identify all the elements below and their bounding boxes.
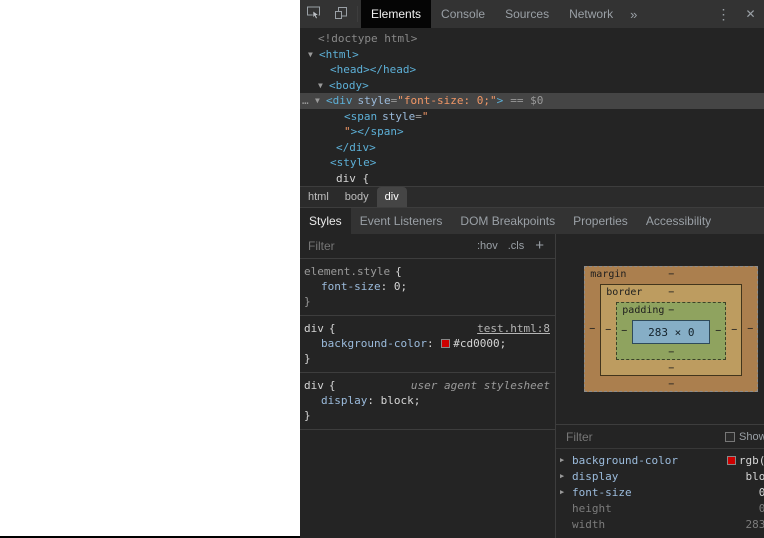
computed-filter-row: Show all — [556, 424, 764, 449]
breadcrumb-html[interactable]: html — [300, 187, 337, 207]
css-property-row[interactable]: background-color: #cd0000; — [304, 336, 550, 351]
toolbar-divider — [357, 6, 358, 22]
tree-line-css-text[interactable]: div { — [300, 171, 764, 187]
tab-elements[interactable]: Elements — [361, 0, 432, 28]
tree-line-span-close[interactable]: "></span> — [300, 124, 764, 140]
style-rule-div: div { test.html:8 background-color: #cd0… — [300, 316, 555, 373]
expand-arrow-icon[interactable]: ▼ — [308, 47, 319, 63]
breadcrumb-div[interactable]: div — [376, 187, 407, 207]
computed-property-row[interactable]: ▶ font-size 0px — [556, 484, 764, 500]
tab-event-listeners[interactable]: Event Listeners — [351, 208, 452, 234]
new-style-rule-button[interactable]: + — [529, 237, 551, 256]
computed-property-row[interactable]: height 0px — [556, 500, 764, 516]
close-icon[interactable]: ✕ — [737, 0, 764, 28]
styles-filter-row: :hov .cls + — [300, 234, 555, 259]
expand-arrow-icon[interactable]: ▼ — [318, 78, 329, 94]
inspect-cursor-icon — [306, 5, 321, 23]
tree-line-div-selected[interactable]: … ▼ <div style="font-size: 0;"> == $0 — [300, 93, 764, 109]
computed-property-row[interactable]: ▶ background-color rgb(2… — [556, 452, 764, 468]
more-tabs-button[interactable]: » — [623, 0, 644, 28]
toggle-element-classes-button[interactable]: .cls — [503, 238, 530, 254]
breadcrumb-body[interactable]: body — [337, 187, 377, 207]
rule-selector[interactable]: div — [304, 378, 324, 393]
tab-accessibility[interactable]: Accessibility — [637, 208, 720, 234]
box-model-margin[interactable]: margin − − − − border − − − − padding − — [584, 266, 759, 392]
node-options-dots[interactable]: … — [302, 93, 315, 109]
style-rule-element-style: element.style { font-size: 0; } — [300, 259, 555, 316]
computed-property-row[interactable]: ▶ display block — [556, 468, 764, 484]
show-all-checkbox[interactable]: Show all — [725, 431, 764, 443]
css-property-row[interactable]: display: block; — [304, 393, 550, 408]
expand-arrow-icon[interactable]: ▶ — [560, 472, 572, 480]
user-agent-stylesheet-label: user agent stylesheet — [410, 379, 550, 392]
rule-selector[interactable]: div — [304, 321, 324, 336]
margin-label: margin — [590, 269, 627, 280]
sidebar-tab-bar: Styles Event Listeners DOM Breakpoints P… — [300, 207, 764, 234]
styles-split: :hov .cls + element.style { font-size: 0… — [300, 234, 764, 538]
tree-line-div-close[interactable]: </div> — [300, 140, 764, 156]
tree-line-style-open[interactable]: <style> — [300, 155, 764, 171]
computed-property-row[interactable]: width 283px — [556, 516, 764, 532]
dom-tree: <!doctype html> ▼ <html> <head></head> ▼ <… — [300, 28, 764, 186]
tree-line-html[interactable]: ▼ <html> — [300, 47, 764, 63]
border-label: border — [606, 287, 643, 298]
styles-pane: :hov .cls + element.style { font-size: 0… — [300, 234, 556, 538]
tree-line-span-open[interactable]: <span style=" — [300, 109, 764, 125]
box-model-padding[interactable]: padding − − − − 283 × 0 — [616, 302, 727, 360]
checkbox-icon — [725, 431, 735, 442]
devtools-toolbar: Elements Console Sources Network » ⋮ ✕ — [300, 0, 764, 28]
rule-selector[interactable]: element.style — [304, 264, 390, 279]
expand-arrow-icon[interactable]: ▶ — [560, 456, 572, 464]
devtools-panel: Elements Console Sources Network » ⋮ ✕ <… — [300, 0, 764, 538]
browser-page-content — [0, 0, 300, 538]
tree-line-head[interactable]: <head></head> — [300, 62, 764, 78]
tab-console[interactable]: Console — [431, 0, 495, 28]
css-property-row[interactable]: font-size: 0; — [304, 279, 550, 294]
color-swatch[interactable] — [726, 455, 736, 465]
padding-label: padding — [622, 305, 665, 316]
tab-sources[interactable]: Sources — [495, 0, 559, 28]
computed-filter-input[interactable] — [562, 429, 725, 444]
device-toolbar-icon — [334, 6, 348, 23]
inspect-element-button[interactable] — [300, 0, 327, 28]
box-model-border[interactable]: border − − − − padding − − − − 283 × 0 — [600, 284, 743, 376]
expand-arrow-icon[interactable]: ▼ — [315, 93, 326, 109]
tab-dom-breakpoints[interactable]: DOM Breakpoints — [451, 208, 564, 234]
tab-properties[interactable]: Properties — [564, 208, 637, 234]
toggle-hover-state-button[interactable]: :hov — [472, 238, 503, 254]
tree-line-doctype[interactable]: <!doctype html> — [300, 31, 764, 47]
computed-sidebar: margin − − − − border − − − − padding − — [556, 234, 764, 538]
color-swatch[interactable] — [441, 339, 451, 348]
device-toolbar-button[interactable] — [327, 0, 354, 28]
expand-arrow-icon[interactable]: ▶ — [560, 488, 572, 496]
box-model-diagram: margin − − − − border − − − − padding − — [556, 234, 764, 424]
tab-network[interactable]: Network — [559, 0, 623, 28]
styles-filter-input[interactable] — [304, 239, 465, 253]
stylesheet-source-link[interactable]: test.html:8 — [477, 321, 550, 336]
box-model-content[interactable]: 283 × 0 — [632, 320, 711, 344]
breadcrumb: html body div — [300, 186, 764, 207]
tab-styles[interactable]: Styles — [300, 208, 351, 234]
console-reference-badge: == $0 — [510, 94, 544, 107]
style-rule-user-agent: div { user agent stylesheet display: blo… — [300, 373, 555, 430]
computed-properties-list: ▶ background-color rgb(2… ▶ display bloc… — [556, 449, 764, 532]
tree-line-body[interactable]: ▼ <body> — [300, 78, 764, 94]
devtools-menu-icon[interactable]: ⋮ — [710, 0, 737, 28]
